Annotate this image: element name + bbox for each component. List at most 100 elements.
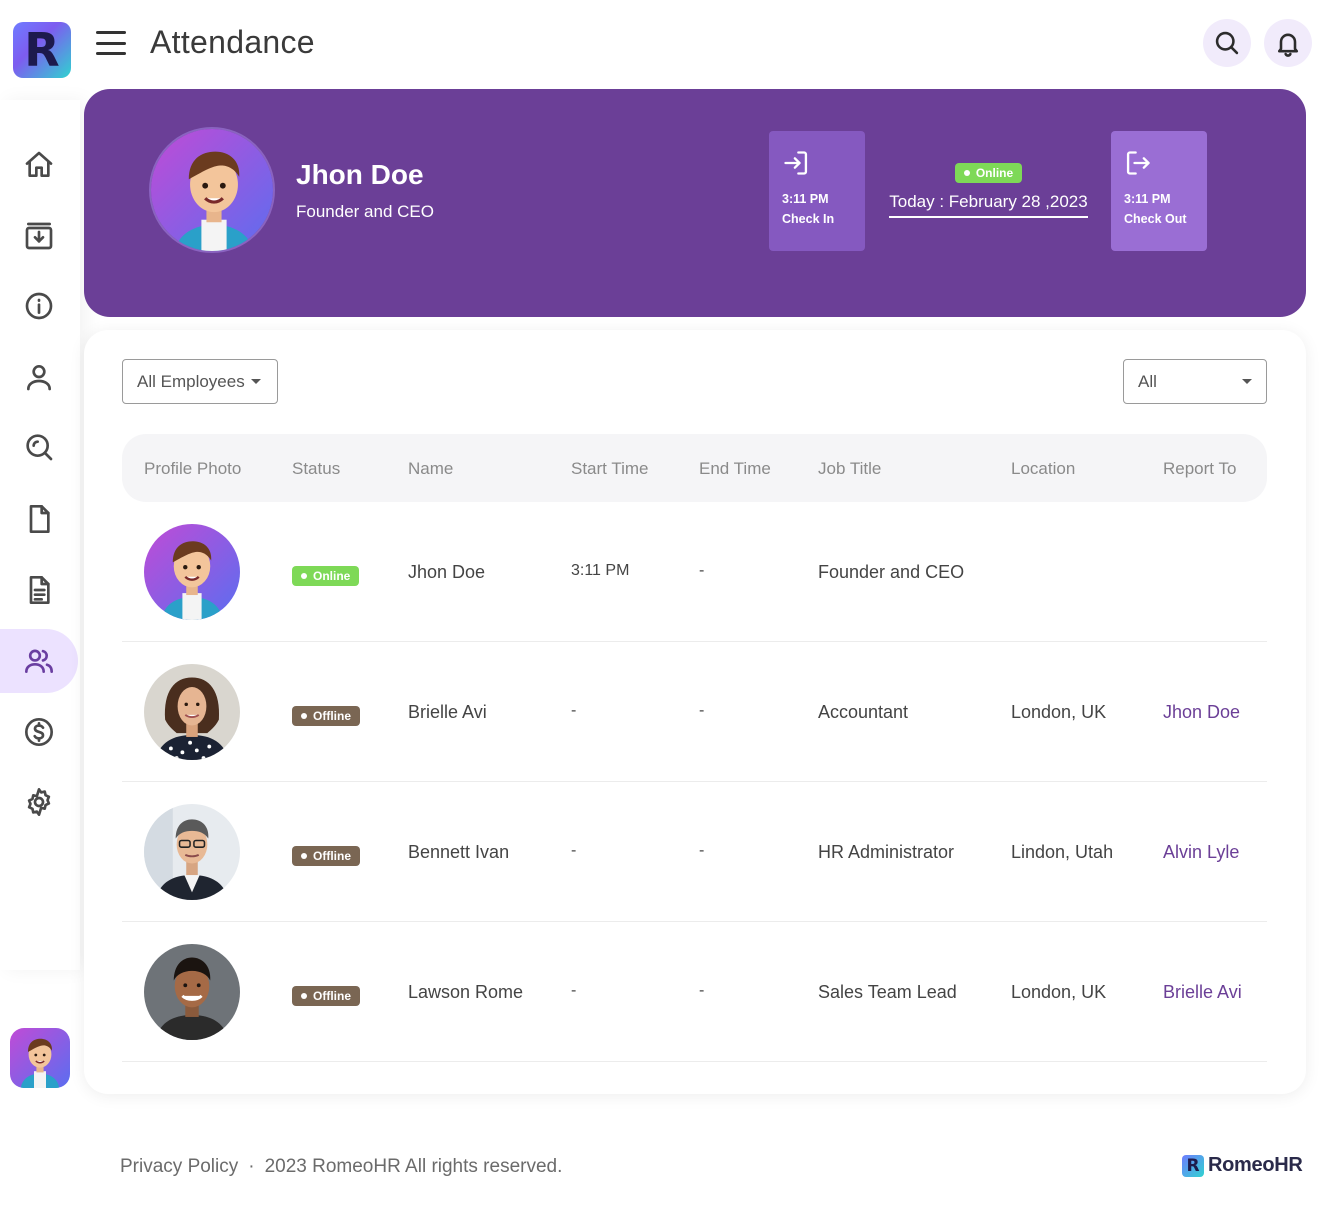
header-end-time: End Time <box>699 459 771 478</box>
status-cell: Online <box>292 563 360 586</box>
logout-icon <box>1126 151 1150 175</box>
profile-status-badge: Online <box>954 163 1023 183</box>
sidebar-item-settings[interactable] <box>0 770 78 834</box>
header-job-title: Job Title <box>818 459 882 478</box>
profile-banner: Jhon Doe Founder and CEO 3:11 PM Check I… <box>84 89 1306 317</box>
notifications-button[interactable] <box>1264 19 1312 67</box>
status-cell: Offline <box>292 983 360 1006</box>
table-row[interactable]: Offline Brielle Avi - - Accountant Londo… <box>122 642 1267 782</box>
employee-photo <box>144 524 240 620</box>
report-to-link[interactable]: Jhon Doe <box>1163 702 1240 723</box>
start-time-cell: 3:11 PM <box>571 562 630 579</box>
end-time-cell: - <box>699 842 705 859</box>
users-icon <box>25 649 53 673</box>
file-text-icon <box>29 576 50 604</box>
sidebar-item-payroll[interactable] <box>0 700 78 764</box>
check-in-card[interactable]: 3:11 PM Check In <box>769 131 865 251</box>
sidebar-item-profile[interactable] <box>0 345 78 409</box>
inbox-download-icon <box>25 222 53 250</box>
logo-letter: R <box>24 23 60 77</box>
employee-photo <box>144 664 240 760</box>
footer: Privacy Policy · 2023 RomeoHR All rights r… <box>120 1156 562 1178</box>
header-name: Name <box>408 459 454 478</box>
copyright-text: 2023 RomeoHR All rights reserved. <box>264 1156 563 1177</box>
end-time-cell: - <box>699 982 705 999</box>
sidebar-item-search[interactable] <box>0 415 78 479</box>
status-badge: Offline <box>292 706 360 726</box>
employee-photo <box>144 804 240 900</box>
report-to-link[interactable]: Alvin Lyle <box>1163 842 1239 863</box>
status-badge: Offline <box>292 986 360 1006</box>
start-time-cell: - <box>571 982 577 999</box>
hamburger-menu-button[interactable] <box>95 28 127 58</box>
sidebar-item-attendance[interactable] <box>0 629 78 693</box>
caret-down-icon <box>1242 379 1252 384</box>
brand-name: RomeoHR <box>1208 1154 1303 1176</box>
avatar-illustration <box>10 1028 70 1088</box>
check-out-time: 3:11 PM <box>1124 192 1171 206</box>
brand-logo: R RomeoHR <box>1182 1154 1303 1177</box>
app-logo[interactable]: R <box>13 22 71 78</box>
job-title-cell: Accountant <box>818 702 909 722</box>
check-in-time: 3:11 PM <box>782 192 829 206</box>
sidebar-item-home[interactable] <box>0 133 78 197</box>
banner-avatar <box>149 127 275 253</box>
sidebar: R <box>0 0 80 1226</box>
header-status: Status <box>292 459 341 478</box>
check-out-card[interactable]: 3:11 PM Check Out <box>1111 131 1207 251</box>
search-icon <box>1215 31 1239 55</box>
table-row[interactable]: Online Jhon Doe 3:11 PM - Founder and CE… <box>122 502 1267 642</box>
location-cell: London, UK <box>1011 982 1107 1002</box>
search-zoom-icon <box>26 434 53 461</box>
check-in-label: Check In <box>782 212 835 226</box>
employees-filter-value: All Employees <box>137 371 245 391</box>
job-title-cell: Sales Team Lead <box>818 982 957 1002</box>
sidebar-item-document[interactable] <box>0 487 78 551</box>
user-icon <box>27 365 51 391</box>
gear-icon <box>27 788 51 816</box>
name-cell: Bennett Ivan <box>408 842 510 862</box>
status-cell: Offline <box>292 703 360 726</box>
login-icon <box>784 151 808 175</box>
job-title-cell: Founder and CEO <box>818 562 965 582</box>
header-start-time: Start Time <box>571 459 649 478</box>
profile-name: Jhon Doe <box>296 159 424 190</box>
sidebar-item-inbox[interactable] <box>0 204 78 268</box>
header-location: Location <box>1011 459 1076 478</box>
employees-filter-dropdown[interactable]: All Employees <box>122 359 278 404</box>
sidebar-item-report[interactable] <box>0 558 78 622</box>
home-icon <box>25 151 53 177</box>
location-cell: London, UK <box>1011 702 1107 722</box>
file-icon <box>29 505 50 533</box>
location-cell: Lindon, Utah <box>1011 842 1114 862</box>
footer-separator: · <box>248 1156 255 1177</box>
name-cell: Lawson Rome <box>408 982 524 1002</box>
today-block: Online Today : February 28 ,2023 <box>883 163 1094 218</box>
avatar-illustration <box>151 129 273 251</box>
table-row[interactable]: Offline Bennett Ivan - - HR Administrato… <box>122 782 1267 922</box>
info-icon <box>25 292 53 320</box>
name-cell: Jhon Doe <box>408 562 486 582</box>
table-row[interactable]: Offline Lawson Rome - - Sales Team Lead … <box>122 922 1267 1062</box>
start-time-cell: - <box>571 842 577 859</box>
status-badge: Online <box>292 566 360 586</box>
employee-photo <box>144 944 240 1040</box>
profile-role: Founder and CEO <box>296 202 434 221</box>
end-time-cell: - <box>699 702 705 719</box>
caret-down-icon <box>250 379 261 384</box>
bell-icon <box>1277 33 1299 57</box>
dollar-icon <box>25 718 53 746</box>
report-to-link[interactable]: Brielle Avi <box>1163 982 1242 1003</box>
privacy-policy-link[interactable]: Privacy Policy <box>120 1156 238 1177</box>
search-button[interactable] <box>1203 19 1251 67</box>
status-badge: Offline <box>292 846 360 866</box>
sidebar-item-info[interactable] <box>0 274 78 338</box>
current-user-avatar[interactable] <box>10 1028 70 1088</box>
page-title: Attendance <box>150 24 315 60</box>
attendance-card: All Employees All Profile Photo Status N… <box>84 330 1306 1094</box>
today-date: Today : February 28 ,2023 <box>889 192 1088 218</box>
header-profile-photo: Profile Photo <box>144 459 242 478</box>
check-out-label: Check Out <box>1124 212 1187 226</box>
status-filter-dropdown[interactable]: All <box>1123 359 1267 404</box>
brand-mark: R <box>1182 1154 1204 1177</box>
